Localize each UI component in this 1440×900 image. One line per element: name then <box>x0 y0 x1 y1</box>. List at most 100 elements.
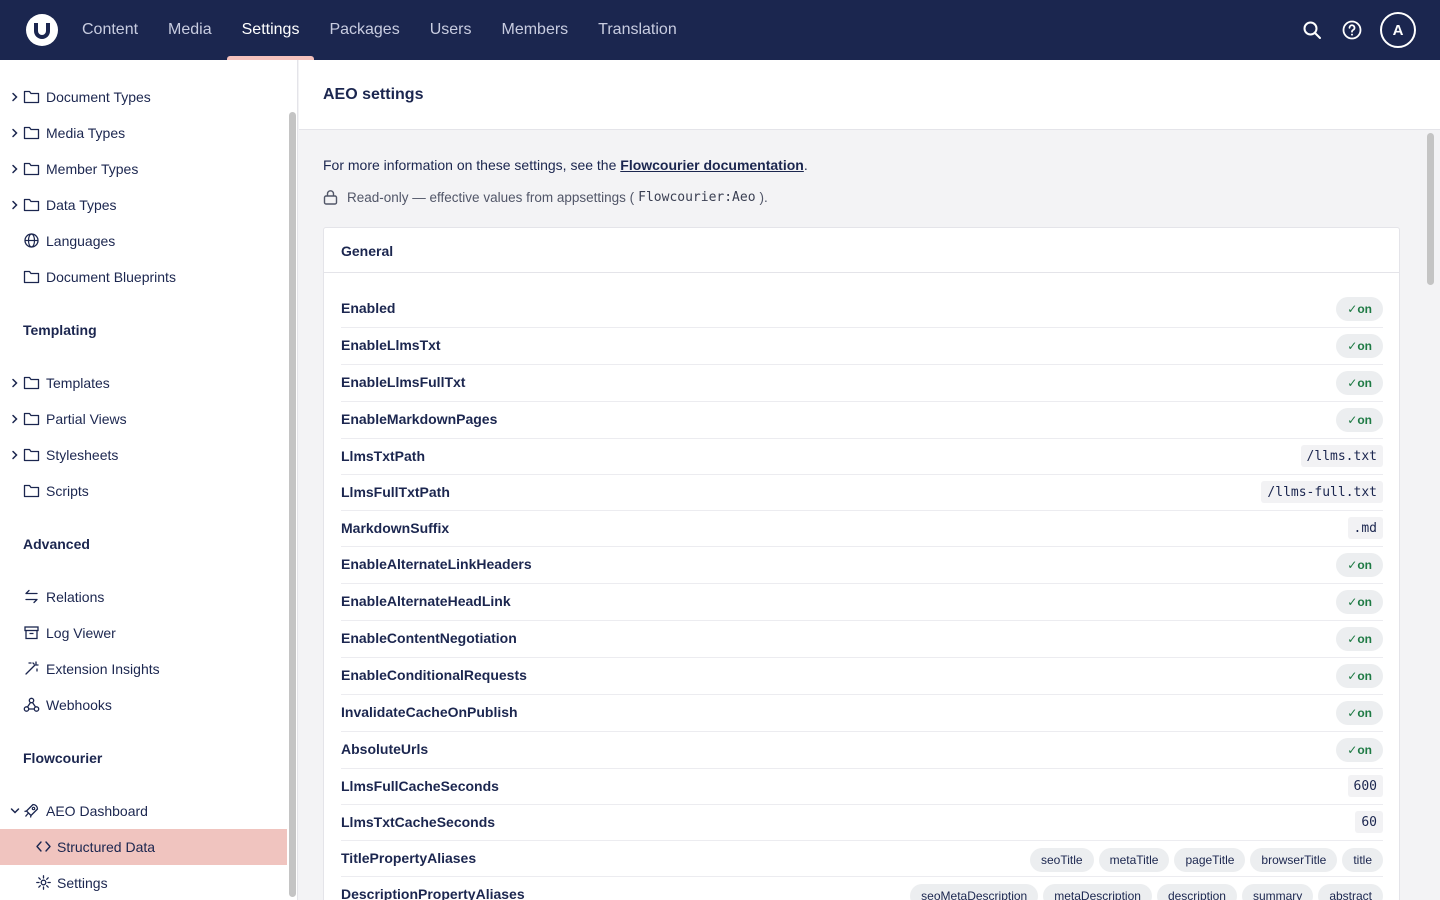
top-navigation-bar: Content Media Settings Packages Users Members… <box>0 0 1440 60</box>
sidebar-item-document-types[interactable]: Document Types <box>0 79 287 115</box>
section-heading-templating: Templating <box>23 322 97 338</box>
alias-tags: seoMetaDescription metaDescription descrip… <box>910 884 1383 900</box>
setting-value: /llms-full.txt <box>1261 481 1383 503</box>
status-badge-on: ✓on <box>1336 738 1383 762</box>
sidebar-item-stylesheets[interactable]: Stylesheets <box>0 437 287 473</box>
settings-row-absolute-urls: AbsoluteUrls ✓on <box>341 732 1383 769</box>
user-avatar[interactable]: A <box>1380 12 1416 48</box>
chevron-right-icon[interactable] <box>8 89 22 105</box>
status-badge-on: ✓on <box>1336 297 1383 321</box>
sidebar-item-label: Webhooks <box>46 697 112 713</box>
sidebar-item-label: Settings <box>57 875 108 891</box>
setting-key: DescriptionPropertyAliases <box>341 886 525 900</box>
settings-row-enable-alternate-link-headers: EnableAlternateLinkHeaders ✓on <box>341 547 1383 584</box>
sidebar-item-relations[interactable]: Relations <box>0 579 287 615</box>
sidebar-item-label: Document Blueprints <box>46 269 176 285</box>
alias-tag: title <box>1342 848 1383 872</box>
sidebar-scrollbar[interactable] <box>289 112 296 897</box>
readonly-config-key: Flowcourier:Aeo <box>638 189 756 205</box>
setting-key: EnableContentNegotiation <box>341 630 517 646</box>
sidebar-item-settings[interactable]: Settings <box>0 865 287 900</box>
alias-tags: seoTitle metaTitle pageTitle browserTitle ti… <box>1030 848 1383 872</box>
status-badge-on: ✓on <box>1336 664 1383 688</box>
sidebar-item-label: Media Types <box>46 125 126 141</box>
sidebar-item-webhooks[interactable]: Webhooks <box>0 687 287 723</box>
sidebar-item-scripts[interactable]: Scripts <box>0 473 287 509</box>
sidebar-item-log-viewer[interactable]: Log Viewer <box>0 615 287 651</box>
nav-tab-members[interactable]: Members <box>486 0 583 60</box>
documentation-link[interactable]: Flowcourier documentation <box>620 157 804 173</box>
sidebar-item-data-types[interactable]: Data Types <box>0 187 287 223</box>
section-heading-advanced: Advanced <box>23 536 90 552</box>
chevron-right-icon[interactable] <box>8 125 22 141</box>
sidebar-item-aeo-dashboard[interactable]: AEO Dashboard <box>0 793 287 829</box>
setting-key: EnableMarkdownPages <box>341 411 498 427</box>
alias-tag: abstract <box>1318 884 1383 900</box>
settings-row-llms-txt-path: LlmsTxtPath/llms.txt <box>341 439 1383 475</box>
sidebar-item-label: Templates <box>46 375 110 391</box>
readonly-suffix: ). <box>759 189 768 205</box>
setting-key: EnableLlmsTxt <box>341 337 441 353</box>
folder-icon <box>23 446 40 463</box>
setting-key: EnableConditionalRequests <box>341 667 527 683</box>
folder-icon <box>23 482 40 499</box>
setting-key: InvalidateCacheOnPublish <box>341 704 518 720</box>
readonly-prefix: Read-only — effective values from appset… <box>347 189 635 205</box>
settings-row-llms-full-cache-seconds: LlmsFullCacheSeconds 600 <box>341 769 1383 805</box>
section-nav: Content Media Settings Packages Users Members… <box>67 0 692 60</box>
chevron-right-icon[interactable] <box>8 447 22 463</box>
settings-row-invalidate-cache-on-publish: InvalidateCacheOnPublish ✓on <box>341 695 1383 732</box>
folder-icon <box>23 410 40 427</box>
chevron-down-icon[interactable] <box>8 803 22 819</box>
main-scrollbar[interactable] <box>1427 133 1434 285</box>
chevron-right-icon[interactable] <box>8 375 22 391</box>
wand-icon <box>23 660 40 677</box>
sidebar-item-media-types[interactable]: Media Types <box>0 115 287 151</box>
chevron-right-icon[interactable] <box>8 411 22 427</box>
nav-tab-users[interactable]: Users <box>415 0 487 60</box>
settings-row-enable-llms-txt: EnableLlmsTxt ✓on <box>341 328 1383 365</box>
sidebar-item-label: Extension Insights <box>46 661 160 677</box>
sidebar-item-label: Data Types <box>46 197 117 213</box>
sidebar-item-label: Member Types <box>46 161 139 177</box>
sidebar-item-languages[interactable]: Languages <box>0 223 287 259</box>
nav-tab-settings[interactable]: Settings <box>226 0 315 60</box>
sidebar-item-extension-insights[interactable]: Extension Insights <box>0 651 287 687</box>
sidebar-item-partial-views[interactable]: Partial Views <box>0 401 287 437</box>
search-icon[interactable] <box>1298 16 1326 44</box>
sidebar-item-templates[interactable]: Templates <box>0 365 287 401</box>
status-badge-on: ✓on <box>1336 553 1383 577</box>
sidebar-item-label: Log Viewer <box>46 625 116 641</box>
page-title: AEO settings <box>323 86 424 103</box>
setting-value: .md <box>1347 517 1383 539</box>
alias-tag: browserTitle <box>1250 848 1338 872</box>
nav-tab-packages[interactable]: Packages <box>314 0 414 60</box>
setting-key: LlmsTxtPath <box>341 448 426 464</box>
webhook-icon <box>23 696 40 713</box>
nav-tab-translation[interactable]: Translation <box>583 0 692 60</box>
chevron-right-icon[interactable] <box>8 197 22 213</box>
sidebar-item-document-blueprints[interactable]: Document Blueprints <box>0 259 287 295</box>
help-icon[interactable] <box>1338 16 1366 44</box>
lock-icon <box>323 189 338 205</box>
umbraco-logo[interactable] <box>26 14 58 46</box>
section-heading-flowcourier: Flowcourier <box>23 750 103 766</box>
folder-icon <box>23 160 40 177</box>
setting-value: 60 <box>1355 811 1383 833</box>
settings-card-general: General Enabled ✓on EnableLlmsTxt ✓on Enable… <box>323 227 1400 900</box>
nav-tab-content[interactable]: Content <box>67 0 153 60</box>
alias-tag: description <box>1156 884 1237 900</box>
chevron-right-icon[interactable] <box>8 161 22 177</box>
folder-icon <box>23 374 40 391</box>
sidebar-item-label: Partial Views <box>46 411 127 427</box>
sidebar-item-member-types[interactable]: Member Types <box>0 151 287 187</box>
sidebar-item-structured-data[interactable]: Structured Data <box>0 829 287 865</box>
sidebar-item-label: Stylesheets <box>46 447 119 463</box>
settings-row-enable-markdown-pages: EnableMarkdownPages ✓on <box>341 402 1383 439</box>
sidebar-item-label: AEO Dashboard <box>46 803 148 819</box>
sidebar-item-label: Structured Data <box>57 839 156 855</box>
status-badge-on: ✓on <box>1336 334 1383 358</box>
setting-key: EnableAlternateHeadLink <box>341 593 511 609</box>
nav-tab-media[interactable]: Media <box>153 0 227 60</box>
workspace-header: AEO settings <box>299 60 1440 130</box>
